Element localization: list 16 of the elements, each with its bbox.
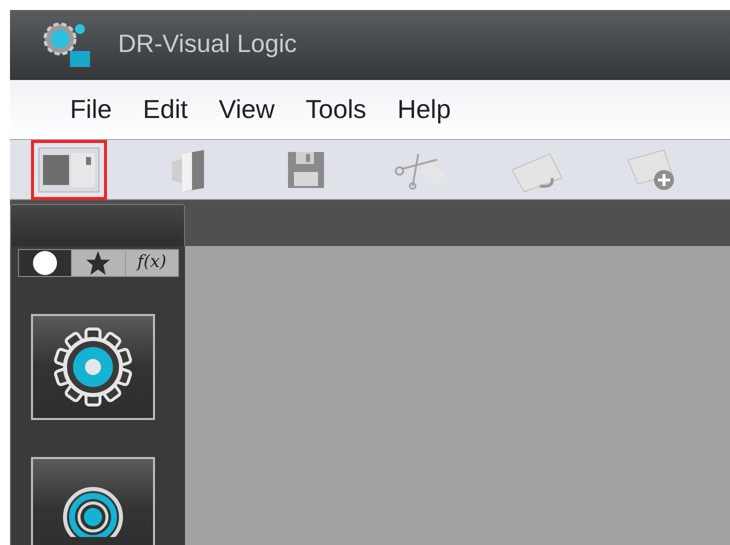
star-icon: [85, 250, 112, 276]
menu-item[interactable]: Tools: [304, 90, 368, 129]
window-title: DR-Visual Logic: [118, 29, 297, 60]
gear-icon: [51, 325, 135, 409]
menu-item[interactable]: Edit: [140, 90, 190, 129]
circle-icon: [32, 250, 58, 276]
menu-item[interactable]: View: [216, 90, 277, 129]
menu-item[interactable]: Help: [395, 90, 453, 129]
menu-item[interactable]: File: [68, 90, 114, 129]
layout-icon: [38, 146, 100, 192]
palette-tab[interactable]: [72, 250, 126, 276]
toolbar-button[interactable]: [34, 142, 104, 196]
palette-tab[interactable]: f(x): [126, 250, 178, 276]
palette-button[interactable]: [31, 457, 155, 545]
palette-button[interactable]: [31, 314, 155, 420]
palette-tab[interactable]: [19, 250, 72, 276]
